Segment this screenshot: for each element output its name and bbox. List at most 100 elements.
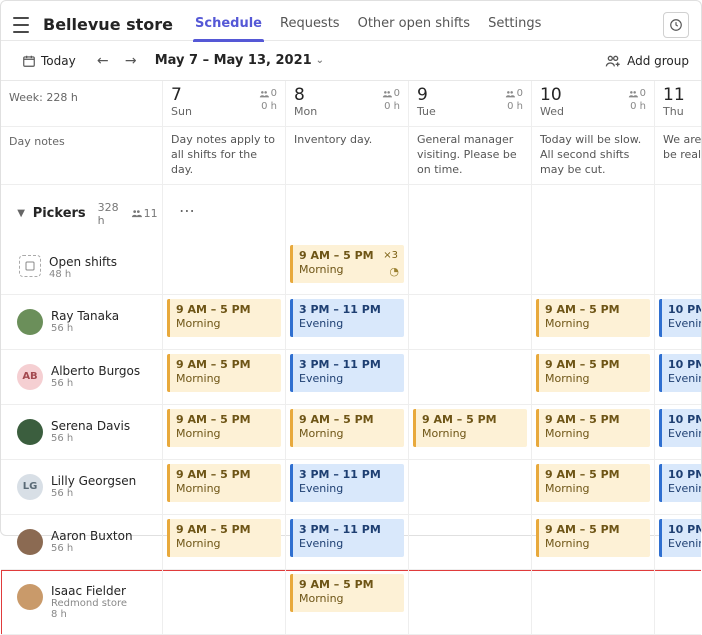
date-range-text: May 7 – May 13, 2021	[155, 53, 312, 68]
day-header[interactable]: 10Wed 00 h	[532, 81, 655, 127]
tab-settings[interactable]: Settings	[486, 8, 543, 41]
shift-block[interactable]: 3 PM – 11 PMEvening	[290, 519, 404, 557]
shift-block[interactable]: 9 AM – 5 PMMorning	[167, 354, 281, 392]
schedule-cell[interactable]	[409, 295, 532, 350]
shift-block[interactable]: 9 AM – 5 PMMorning	[167, 299, 281, 337]
group-header[interactable]: ▶Pickers328 h 11	[1, 185, 163, 241]
tab-requests[interactable]: Requests	[278, 8, 342, 41]
chevron-down-icon: ⌄	[316, 55, 324, 66]
person-row[interactable]: LGLilly Georgsen56 h	[1, 460, 163, 515]
date-range-picker[interactable]: May 7 – May 13, 2021 ⌄	[155, 53, 324, 68]
avatar	[17, 419, 43, 445]
shift-block[interactable]: 3 PM – 11 PMEvening	[290, 354, 404, 392]
shift-block[interactable]: 9 AM – 5 PMMorning	[536, 464, 650, 502]
shift-block[interactable]: 9 AM – 5 PMMorning	[536, 409, 650, 447]
today-label: Today	[41, 54, 76, 68]
schedule-cell[interactable]: 9 AM – 5 PMMorning	[532, 405, 655, 460]
schedule-cell[interactable]: 10 PM – 6 AMEvening	[655, 350, 701, 405]
schedule-cell[interactable]: 9 AM – 5 PMMorning	[163, 515, 286, 570]
schedule-cell[interactable]: 9 AM – 5 PMMorning	[409, 405, 532, 460]
add-group-label: Add group	[627, 54, 689, 68]
day-note[interactable]: Day notes apply to all shifts for the da…	[163, 127, 286, 185]
open-shift-icon	[19, 255, 41, 277]
avatar	[17, 584, 43, 610]
day-header[interactable]: 11Thu	[655, 81, 701, 127]
schedule-cell[interactable]: 9 AM – 5 PMMorning	[286, 570, 409, 635]
schedule-cell[interactable]	[163, 570, 286, 635]
schedule-cell[interactable]	[532, 241, 655, 295]
schedule-cell[interactable]	[409, 350, 532, 405]
person-row[interactable]: Serena Davis56 h	[1, 405, 163, 460]
schedule-cell[interactable]: 3 PM – 11 PMEvening	[286, 515, 409, 570]
shift-block[interactable]: 3 PM – 11 PMEvening	[290, 299, 404, 337]
schedule-cell[interactable]	[532, 570, 655, 635]
shift-block[interactable]: 10 PM – 6 AMEvening	[659, 464, 701, 502]
schedule-cell[interactable]: 3 PM – 11 PMEvening	[286, 350, 409, 405]
shift-block[interactable]: 9 AM – 5 PMMorning	[167, 519, 281, 557]
day-note[interactable]: We are expecting be really busy.	[655, 127, 701, 185]
day-notes-label: Day notes	[1, 127, 163, 185]
shift-block[interactable]: 10 PM – 6 AMEvening	[659, 409, 701, 447]
shift-block[interactable]: 9 AM – 5 PMMorning	[536, 354, 650, 392]
schedule-cell[interactable]	[655, 570, 701, 635]
day-note[interactable]: Today will be slow. All second shifts ma…	[532, 127, 655, 185]
schedule-cell[interactable]: 3 PM – 11 PMEvening	[286, 460, 409, 515]
today-button[interactable]: Today	[13, 50, 85, 72]
shift-block[interactable]: 9 AM – 5 PMMorning	[413, 409, 527, 447]
schedule-cell[interactable]: 9 AM – 5 PMMorning	[532, 295, 655, 350]
tab-schedule[interactable]: Schedule	[193, 8, 264, 41]
day-header[interactable]: 9Tue 00 h	[409, 81, 532, 127]
schedule-cell[interactable]	[409, 570, 532, 635]
shift-block[interactable]: 10 PM – 6 AMEvening	[659, 299, 701, 337]
prev-week-button[interactable]: ←	[93, 51, 113, 71]
avatar: LG	[17, 474, 43, 500]
schedule-cell[interactable]	[409, 241, 532, 295]
schedule-cell[interactable]: 10 PM – 6 AMEvening	[655, 515, 701, 570]
schedule-cell[interactable]: 9 AM – 5 PMMorning	[163, 295, 286, 350]
schedule-cell[interactable]	[163, 241, 286, 295]
next-week-button[interactable]: →	[121, 51, 141, 71]
shift-block[interactable]: 9 AM – 5 PMMorning	[536, 519, 650, 557]
schedule-cell[interactable]: 10 PM – 6 AMEvening	[655, 405, 701, 460]
schedule-cell[interactable]: 9 AM – 5 PMMorning	[163, 405, 286, 460]
schedule-cell[interactable]: 9 AM – 5 PMMorning	[286, 405, 409, 460]
schedule-cell[interactable]: 10 PM – 6 AMEvening	[655, 295, 701, 350]
schedule-cell[interactable]: 9 AM – 5 PMMorning	[532, 350, 655, 405]
timeclock-button[interactable]	[663, 12, 689, 38]
avatar	[17, 309, 43, 335]
person-row[interactable]: Ray Tanaka56 h	[1, 295, 163, 350]
day-header[interactable]: 8Mon 00 h	[286, 81, 409, 127]
shift-block[interactable]: 10 PM – 6 AMEvening	[659, 354, 701, 392]
schedule-cell[interactable]	[655, 241, 701, 295]
shift-block[interactable]: 10 PM – 6 AMEvening	[659, 519, 701, 557]
avatar	[17, 529, 43, 555]
open-shifts-row[interactable]: Open shifts48 h	[1, 241, 163, 295]
more-icon[interactable]: ⋯	[171, 191, 277, 230]
shift-block[interactable]: 9 AM – 5 PMMorning	[290, 574, 404, 612]
schedule-cell[interactable]: 9 AM – 5 PMMorning	[532, 460, 655, 515]
shift-block[interactable]: 9 AM – 5 PMMorning×3◔	[290, 245, 404, 283]
schedule-cell[interactable]	[409, 460, 532, 515]
person-row[interactable]: ABAlberto Burgos56 h	[1, 350, 163, 405]
schedule-cell[interactable]	[409, 515, 532, 570]
schedule-cell[interactable]: 9 AM – 5 PMMorning	[163, 350, 286, 405]
shared-person-row[interactable]: Isaac FielderRedmond store8 h	[1, 570, 163, 635]
schedule-cell[interactable]: 10 PM – 6 AMEvening	[655, 460, 701, 515]
shift-block[interactable]: 9 AM – 5 PMMorning	[536, 299, 650, 337]
add-group-button[interactable]: Add group	[605, 53, 689, 69]
schedule-cell[interactable]: 9 AM – 5 PMMorning	[163, 460, 286, 515]
tab-other-open-shifts[interactable]: Other open shifts	[356, 8, 472, 41]
day-note[interactable]: General manager visiting. Please be on t…	[409, 127, 532, 185]
menu-icon[interactable]	[13, 17, 29, 33]
schedule-cell[interactable]: 3 PM – 11 PMEvening	[286, 295, 409, 350]
shift-block[interactable]: 9 AM – 5 PMMorning	[167, 409, 281, 447]
day-header[interactable]: 7Sun 00 h	[163, 81, 286, 127]
shift-block[interactable]: 9 AM – 5 PMMorning	[290, 409, 404, 447]
day-note[interactable]: Inventory day.	[286, 127, 409, 185]
shift-block[interactable]: 9 AM – 5 PMMorning	[167, 464, 281, 502]
schedule-cell[interactable]: 9 AM – 5 PMMorning	[532, 515, 655, 570]
shift-block[interactable]: 3 PM – 11 PMEvening	[290, 464, 404, 502]
store-title: Bellevue store	[43, 15, 173, 34]
person-row[interactable]: Aaron Buxton56 h	[1, 515, 163, 570]
schedule-cell[interactable]: 9 AM – 5 PMMorning×3◔	[286, 241, 409, 295]
